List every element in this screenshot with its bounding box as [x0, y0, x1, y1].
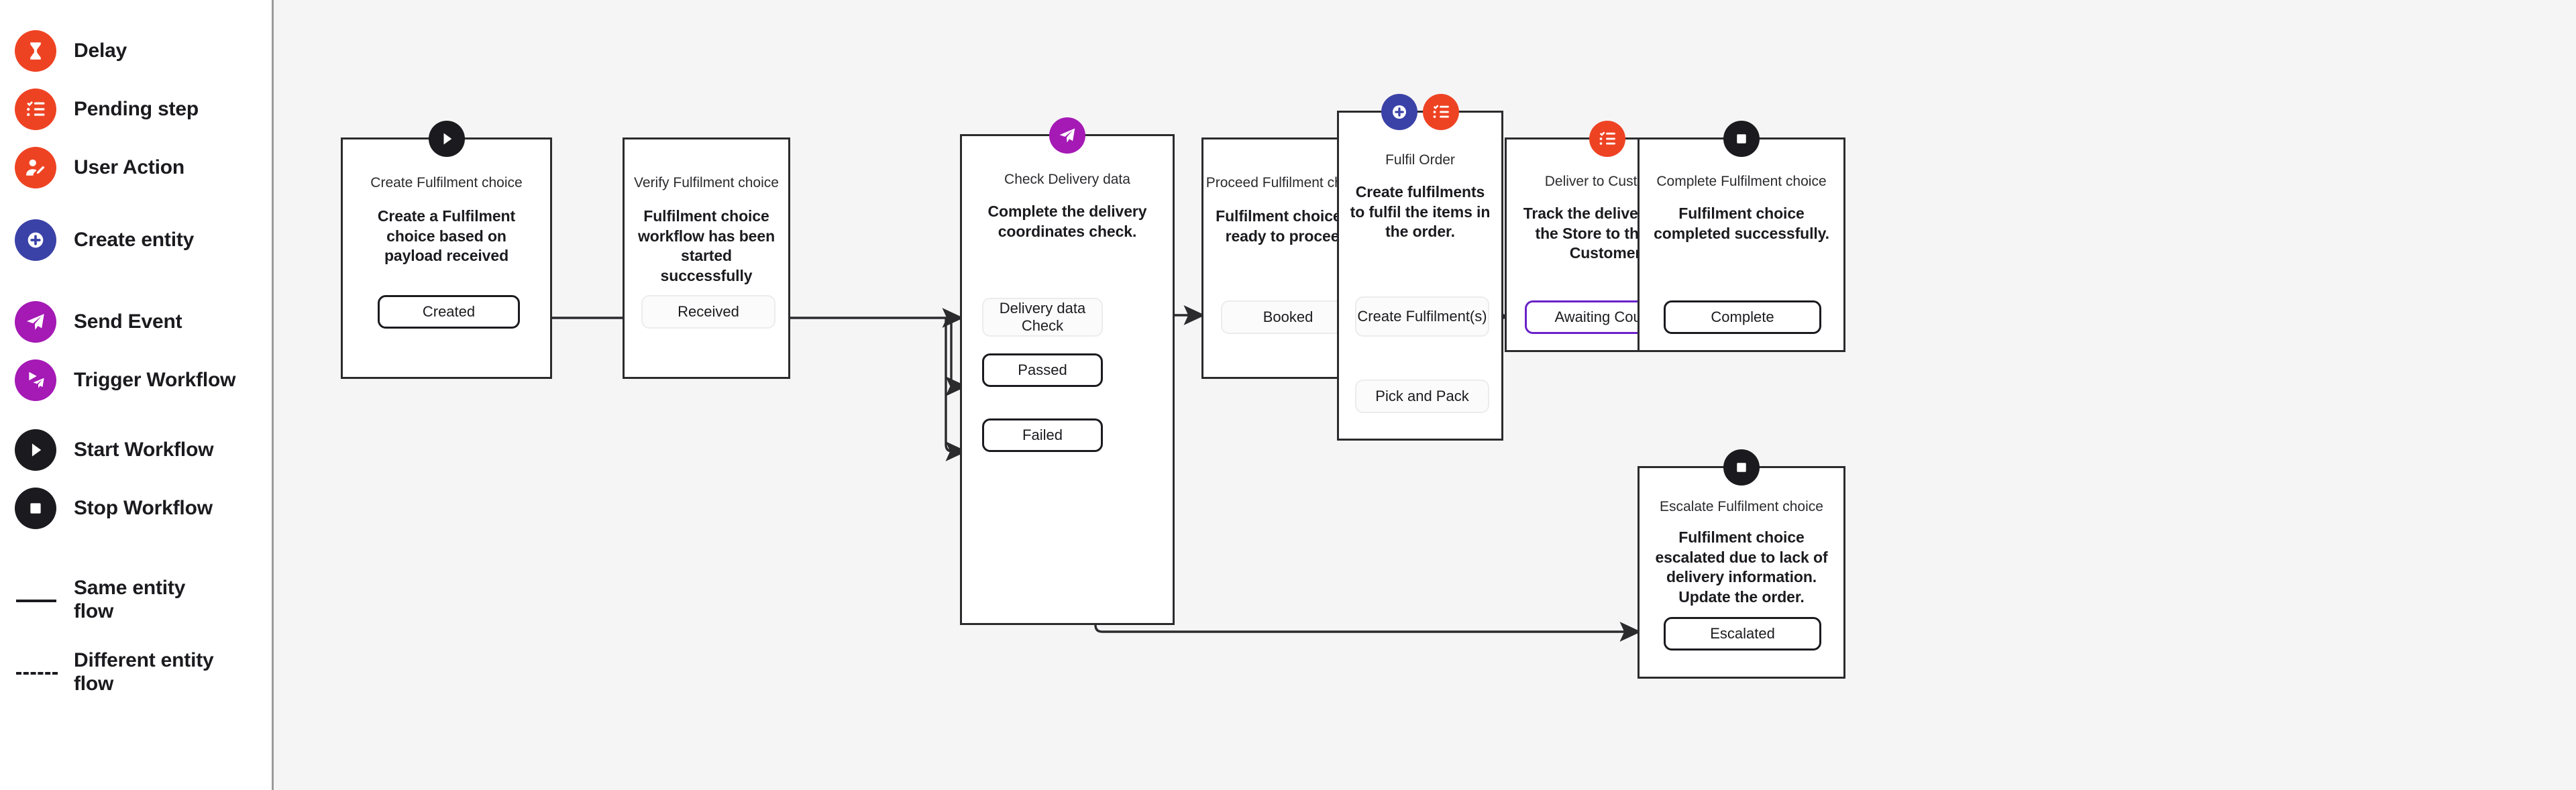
node-title: Verify Fulfilment choice — [634, 175, 779, 190]
paper-plane-icon — [15, 301, 56, 343]
node-title: Fulfil Order — [1385, 152, 1455, 168]
step-complete[interactable]: Complete — [1664, 300, 1821, 334]
step-create-fulfilments[interactable]: Create Fulfilment(s) — [1355, 296, 1489, 337]
node-fulfil-order[interactable]: Fulfil Order Create fulfilments to fulfi… — [1337, 94, 1503, 441]
stop-circle-icon — [1723, 449, 1760, 486]
node-description: Fulfilment choice completed successfully… — [1654, 205, 1829, 242]
step-delivery-data-check[interactable]: Delivery data Check — [982, 298, 1103, 337]
legend-item-send-event: Send Event — [15, 301, 182, 343]
node-description: Create fulfilments to fulfil the items i… — [1350, 183, 1491, 241]
step-pick-and-pack[interactable]: Pick and Pack — [1355, 380, 1489, 413]
legend-item-create-entity: Create entity — [15, 219, 194, 261]
legend-item-stop-workflow: Stop Workflow — [15, 488, 213, 529]
step-failed[interactable]: Failed — [982, 418, 1103, 452]
diagram-canvas: Create Fulfilment choice Create a Fulfil… — [272, 0, 2576, 790]
legend-item-label: Create entity — [74, 228, 195, 251]
legend-item-same-entity-flow: Same entity flow — [15, 577, 185, 623]
trigger-workflow-icon — [15, 359, 56, 401]
legend-item-label: Delay — [74, 39, 127, 62]
legend-item-label: Pending step — [74, 97, 199, 120]
node-badge-group — [1640, 449, 1843, 486]
node-complete-fulfilment-choice[interactable]: Complete Fulfilment choice Fulfilment ch… — [1638, 121, 1845, 352]
legend-panel: Delay Pending step User Action Create en… — [0, 0, 272, 790]
checklist-icon — [1589, 121, 1625, 157]
dashed-line-icon — [15, 652, 58, 693]
node-verify-fulfilment-choice[interactable]: Verify Fulfilment choice Fulfilment choi… — [623, 137, 790, 379]
legend-item-label: Same entity flow — [74, 577, 186, 622]
step-booked[interactable]: Booked — [1221, 300, 1355, 334]
legend-item-trigger-workflow: Trigger Workflow — [15, 359, 235, 401]
legend-item-label: Trigger Workflow — [74, 368, 236, 391]
step-created[interactable]: Created — [378, 295, 520, 329]
plus-circle-icon — [15, 219, 56, 261]
hourglass-icon — [15, 30, 56, 72]
node-badge-group — [962, 117, 1173, 154]
step-received[interactable]: Received — [641, 295, 775, 329]
node-create-fulfilment-choice[interactable]: Create Fulfilment choice Create a Fulfil… — [341, 121, 552, 379]
node-badge-group — [1339, 94, 1501, 130]
legend-item-pending-step: Pending step — [15, 89, 199, 130]
stop-circle-icon — [1723, 121, 1760, 157]
user-edit-icon — [15, 147, 56, 188]
node-description: Complete the delivery coordinates check. — [987, 203, 1147, 240]
legend-item-delay: Delay — [15, 30, 127, 72]
legend-item-label: User Action — [74, 156, 185, 178]
legend-item-label: Different entity flow — [74, 649, 214, 695]
node-badge-group — [343, 121, 550, 157]
plus-circle-icon — [1381, 94, 1417, 130]
node-badge-group — [1640, 121, 1843, 157]
play-circle-icon — [428, 121, 465, 157]
node-title: Create Fulfilment choice — [370, 175, 523, 190]
step-passed[interactable]: Passed — [982, 353, 1103, 387]
workflow-diagram-root: Delay Pending step User Action Create en… — [0, 0, 2576, 790]
node-description: Create a Fulfilment choice based on payl… — [377, 207, 516, 265]
legend-item-label: Stop Workflow — [74, 496, 213, 519]
node-title: Escalate Fulfilment choice — [1660, 499, 1823, 514]
paper-plane-icon — [1049, 117, 1085, 154]
play-circle-icon — [15, 429, 56, 471]
node-check-delivery-data[interactable]: Check Delivery data Complete the deliver… — [960, 117, 1175, 625]
legend-item-label: Send Event — [74, 310, 182, 333]
node-title: Check Delivery data — [1004, 172, 1130, 187]
step-escalated[interactable]: Escalated — [1664, 617, 1821, 651]
node-escalate-fulfilment-choice[interactable]: Escalate Fulfilment choice Fulfilment ch… — [1638, 449, 1845, 679]
legend-item-start-workflow: Start Workflow — [15, 429, 214, 471]
legend-item-user-action: User Action — [15, 147, 184, 188]
node-title: Complete Fulfilment choice — [1656, 174, 1827, 189]
checklist-icon — [15, 89, 56, 130]
legend-item-label: Start Workflow — [74, 438, 214, 461]
solid-line-icon — [15, 579, 56, 621]
legend-item-different-entity-flow: Different entity flow — [15, 649, 214, 695]
checklist-icon — [1423, 94, 1459, 130]
node-description: Fulfilment choice workflow has been star… — [637, 207, 775, 284]
node-description: Fulfilment choice escalated due to lack … — [1655, 528, 1828, 606]
stop-circle-icon — [15, 488, 56, 529]
